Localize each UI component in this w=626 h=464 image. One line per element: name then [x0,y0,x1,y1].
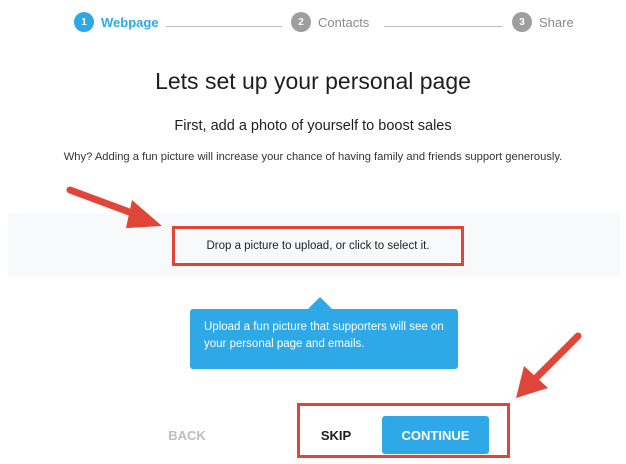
progress-stepper: 1 Webpage 2 Contacts 3 Share [0,8,626,38]
step-number-badge: 2 [291,12,311,32]
step-label: Contacts [318,14,370,30]
step-share[interactable]: 3 Share [512,12,574,32]
step-label: Share [539,14,574,30]
annotation-arrow-nav-icon [516,332,582,398]
step-connector [166,26,282,27]
setup-page: 1 Webpage 2 Contacts 3 Share Lets set up… [0,0,626,464]
step-number-badge: 3 [512,12,532,32]
continue-button[interactable]: CONTINUE [382,416,489,454]
page-title: Lets set up your personal page [155,68,471,94]
step-contacts[interactable]: 2 Contacts [291,12,369,32]
step-webpage[interactable]: 1 Webpage [74,12,159,32]
tooltip-pointer [308,297,332,309]
page-subtitle: First, add a photo of yourself to boost … [174,118,452,134]
upload-tooltip: Upload a fun picture that supporters wil… [190,309,458,369]
step-connector [384,26,502,27]
photo-upload-dropzone[interactable]: Drop a picture to upload, or click to se… [172,226,464,266]
upload-prompt: Drop a picture to upload, or click to se… [206,240,430,252]
step-label: Webpage [101,14,159,30]
back-button[interactable]: BACK [155,423,219,447]
why-explanation: Why? Adding a fun picture will increase … [63,151,563,163]
skip-button[interactable]: SKIP [313,423,359,447]
step-number-badge: 1 [74,12,94,32]
